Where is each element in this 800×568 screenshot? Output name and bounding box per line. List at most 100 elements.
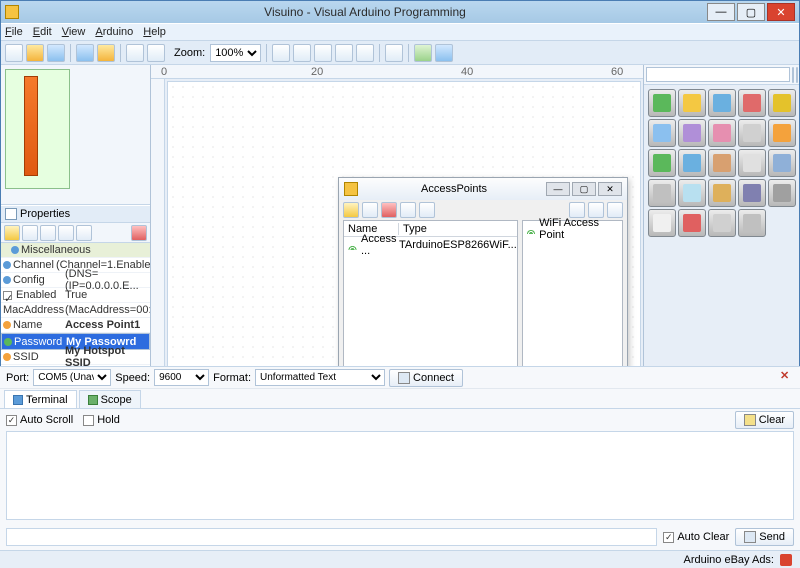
palette-item-10[interactable] bbox=[648, 149, 676, 177]
col-type[interactable]: Type bbox=[399, 223, 517, 235]
dialog-tool-2[interactable] bbox=[362, 202, 378, 218]
palette-item-0[interactable] bbox=[648, 89, 676, 117]
dialog-maximize[interactable]: ▢ bbox=[572, 182, 596, 196]
palette-item-wifi[interactable]: WiFi Access Point bbox=[523, 221, 622, 237]
new-button[interactable] bbox=[5, 44, 23, 62]
dialog-tool-del[interactable] bbox=[381, 202, 397, 218]
palette-item-18[interactable] bbox=[738, 179, 766, 207]
tab-terminal[interactable]: Terminal bbox=[4, 390, 77, 408]
connect-button[interactable]: Connect bbox=[389, 369, 463, 387]
search-tool-1[interactable] bbox=[792, 67, 794, 83]
prop-tool-fav[interactable] bbox=[4, 225, 20, 241]
palette-item-20[interactable] bbox=[648, 209, 676, 237]
dialog-tool-8[interactable] bbox=[607, 202, 623, 218]
palette-item-16[interactable] bbox=[678, 179, 706, 207]
zoom-tool-1[interactable] bbox=[272, 44, 290, 62]
prop-row-enabled[interactable]: ✓EnabledTrue bbox=[1, 288, 150, 303]
dialog-palette-pane[interactable]: WiFi Access Point bbox=[522, 220, 623, 370]
ads-close-icon[interactable] bbox=[780, 554, 792, 566]
palette-item-3[interactable] bbox=[738, 89, 766, 117]
zoom-tool-3[interactable] bbox=[314, 44, 332, 62]
palette-item-17[interactable] bbox=[708, 179, 736, 207]
palette-item-9[interactable] bbox=[768, 119, 796, 147]
close-button[interactable]: ✕ bbox=[767, 3, 795, 21]
zoom-tool-5[interactable] bbox=[356, 44, 374, 62]
palette-item-11[interactable] bbox=[678, 149, 706, 177]
palette-item-8[interactable] bbox=[738, 119, 766, 147]
dialog-tool-6[interactable] bbox=[569, 202, 585, 218]
prop-tool-3[interactable] bbox=[40, 225, 56, 241]
menu-help[interactable]: Help bbox=[143, 26, 166, 38]
prop-category[interactable]: Miscellaneous bbox=[1, 243, 150, 258]
dialog-tool-5[interactable] bbox=[419, 202, 435, 218]
menu-edit[interactable]: Edit bbox=[33, 26, 52, 38]
prop-tool-5[interactable] bbox=[76, 225, 92, 241]
prop-tool-4[interactable] bbox=[58, 225, 74, 241]
tool-button-1[interactable] bbox=[76, 44, 94, 62]
send-input[interactable] bbox=[6, 528, 657, 546]
dialog-tool-add[interactable] bbox=[343, 202, 359, 218]
zoom-select[interactable]: 100% bbox=[210, 44, 261, 62]
prop-tool-pin[interactable] bbox=[131, 225, 147, 241]
zoom-tool-4[interactable] bbox=[335, 44, 353, 62]
save-button[interactable] bbox=[47, 44, 65, 62]
palette-item-6[interactable] bbox=[678, 119, 706, 147]
dialog-tool-4[interactable] bbox=[400, 202, 416, 218]
open-button[interactable] bbox=[26, 44, 44, 62]
dialog-minimize[interactable]: — bbox=[546, 182, 570, 196]
redo-button[interactable] bbox=[147, 44, 165, 62]
send-button[interactable]: Send bbox=[735, 528, 794, 546]
menu-file[interactable]: File bbox=[5, 26, 23, 38]
palette-item-22[interactable] bbox=[708, 209, 736, 237]
palette-item-14[interactable] bbox=[768, 149, 796, 177]
prop-tool-2[interactable] bbox=[22, 225, 38, 241]
dialog-list-pane[interactable]: NameType Access ...TArduinoESP8266WiF... bbox=[343, 220, 518, 370]
palette-item-7[interactable] bbox=[708, 119, 736, 147]
prop-row-ssid[interactable]: SSIDMy Hotspot SSID bbox=[1, 350, 150, 365]
palette-item-1[interactable] bbox=[678, 89, 706, 117]
port-select[interactable]: COM5 (Unava bbox=[33, 369, 111, 386]
format-select[interactable]: Unformatted Text bbox=[255, 369, 385, 386]
menu-view[interactable]: View bbox=[62, 26, 86, 38]
minimize-button[interactable]: — bbox=[707, 3, 735, 21]
palette-item-19[interactable] bbox=[768, 179, 796, 207]
search-input[interactable] bbox=[646, 67, 790, 82]
palette-item-2[interactable] bbox=[708, 89, 736, 117]
dialog-tool-7[interactable] bbox=[588, 202, 604, 218]
prop-row-config[interactable]: Config(DNS=(IP=0.0.0.0.E... bbox=[1, 273, 150, 288]
palette-item-23[interactable] bbox=[738, 209, 766, 237]
overview-panel[interactable] bbox=[1, 65, 150, 205]
speed-select[interactable]: 9600 bbox=[154, 369, 209, 386]
clear-button[interactable]: Clear bbox=[735, 411, 794, 429]
menu-arduino[interactable]: Arduino bbox=[95, 26, 133, 38]
dialog-title: AccessPoints bbox=[364, 183, 544, 195]
palette-item-13[interactable] bbox=[738, 149, 766, 177]
undo-button[interactable] bbox=[126, 44, 144, 62]
delete-button[interactable] bbox=[385, 44, 403, 62]
upload-button[interactable] bbox=[435, 44, 453, 62]
dialog-close[interactable]: ✕ bbox=[598, 182, 622, 196]
autoscroll-checkbox[interactable]: ✓Auto Scroll bbox=[6, 414, 73, 426]
tool-button-2[interactable] bbox=[97, 44, 115, 62]
prop-row-mac[interactable]: MacAddress(MacAddress=00:0... bbox=[1, 303, 150, 318]
maximize-button[interactable]: ▢ bbox=[737, 3, 765, 21]
zoom-tool-2[interactable] bbox=[293, 44, 311, 62]
palette-item-12[interactable] bbox=[708, 149, 736, 177]
palette-item-5[interactable] bbox=[648, 119, 676, 147]
prop-row-name[interactable]: NameAccess Point1 bbox=[1, 318, 150, 333]
palette-item-15[interactable] bbox=[648, 179, 676, 207]
search-tool-2[interactable] bbox=[796, 67, 798, 83]
palette-item-4[interactable] bbox=[768, 89, 796, 117]
properties-toolbar bbox=[1, 223, 150, 243]
panel-close-icon[interactable]: ✕ bbox=[780, 369, 794, 383]
hold-checkbox[interactable]: Hold bbox=[83, 414, 120, 426]
terminal-output[interactable] bbox=[6, 431, 794, 520]
clear-icon bbox=[744, 414, 756, 426]
palette-item-21[interactable] bbox=[678, 209, 706, 237]
autoclear-checkbox[interactable]: ✓Auto Clear bbox=[663, 531, 729, 543]
run-button[interactable] bbox=[414, 44, 432, 62]
tab-scope[interactable]: Scope bbox=[79, 390, 141, 408]
dialog-list-row[interactable]: Access ...TArduinoESP8266WiF... bbox=[344, 237, 517, 253]
status-bar: Arduino eBay Ads: bbox=[0, 550, 800, 568]
menubar: File Edit View Arduino Help bbox=[1, 23, 799, 41]
